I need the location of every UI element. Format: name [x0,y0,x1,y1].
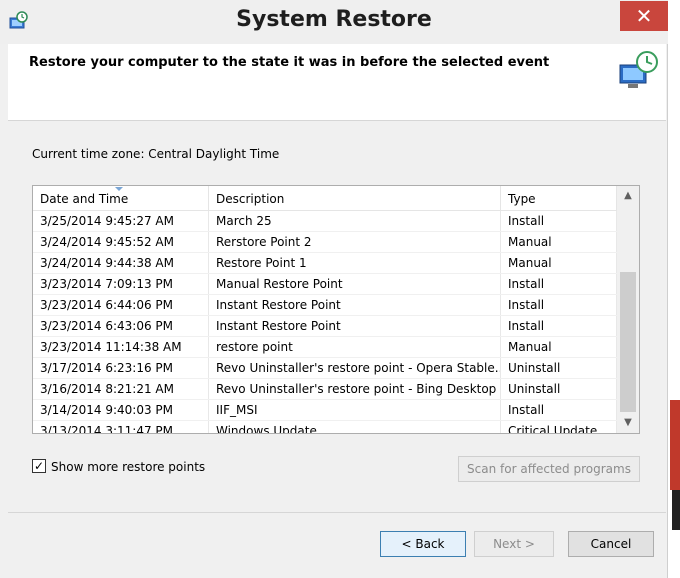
scan-affected-programs-button[interactable]: Scan for affected programs [458,456,640,482]
row-description: March 25 [209,211,501,231]
row-type: Critical Update [501,421,617,433]
sort-indicator-icon [115,187,123,191]
row-type: Manual [501,232,617,252]
table-row[interactable]: 3/13/2014 3:11:47 PM Windows Update Crit… [33,421,617,433]
title-bar: System Restore ✕ [0,0,668,44]
cancel-button[interactable]: Cancel [568,531,654,557]
row-date: 3/23/2014 6:44:06 PM [33,295,209,315]
row-date: 3/17/2014 6:23:16 PM [33,358,209,378]
table-row[interactable]: 3/14/2014 9:40:03 PM IIF_MSI Install [33,400,617,421]
table-row[interactable]: 3/23/2014 7:09:13 PM Manual Restore Poin… [33,274,617,295]
row-type: Manual [501,253,617,273]
table-row[interactable]: 3/24/2014 9:44:38 AM Restore Point 1 Man… [33,253,617,274]
system-restore-window: System Restore ✕ Restore your computer t… [0,0,668,578]
row-description: restore point [209,337,501,357]
list-column-header: Date and Time Description Type [33,186,617,211]
row-type: Install [501,274,617,294]
background-window-edge [670,400,680,490]
background-window-edge-dark [672,490,680,530]
scrollbar-thumb[interactable] [620,272,636,412]
wizard-header: Restore your computer to the state it wa… [8,44,666,121]
timezone-label: Current time zone: Central Daylight Time [32,147,280,161]
vertical-scrollbar[interactable]: ▲ ▼ [617,186,639,433]
column-header-type[interactable]: Type [501,186,617,210]
row-description: Revo Uninstaller's restore point - Opera… [209,358,501,378]
row-description: Revo Uninstaller's restore point - Bing … [209,379,501,399]
row-date: 3/23/2014 11:14:38 AM [33,337,209,357]
row-description: Rerstore Point 2 [209,232,501,252]
row-description: Instant Restore Point [209,316,501,336]
row-date: 3/13/2014 3:11:47 PM [33,421,209,433]
row-type: Uninstall [501,379,617,399]
restore-points-list[interactable]: Date and Time Description Type 3/25/2014… [32,185,640,434]
restore-computer-icon [619,51,658,88]
close-icon: ✕ [635,4,653,28]
checkmark-icon: ✓ [33,459,45,473]
table-row[interactable]: 3/23/2014 11:14:38 AM restore point Manu… [33,337,617,358]
row-type: Manual [501,337,617,357]
row-date: 3/23/2014 6:43:06 PM [33,316,209,336]
row-date: 3/14/2014 9:40:03 PM [33,400,209,420]
window-title: System Restore [236,7,432,32]
show-more-label[interactable]: Show more restore points [51,459,205,475]
row-description: IIF_MSI [209,400,501,420]
row-date: 3/16/2014 8:21:21 AM [33,379,209,399]
close-button[interactable]: ✕ [620,1,668,31]
scroll-down-icon[interactable]: ▼ [617,413,639,433]
row-description: Instant Restore Point [209,295,501,315]
table-row[interactable]: 3/17/2014 6:23:16 PM Revo Uninstaller's … [33,358,617,379]
table-row[interactable]: 3/25/2014 9:45:27 AM March 25 Install [33,211,617,232]
table-row[interactable]: 3/23/2014 6:43:06 PM Instant Restore Poi… [33,316,617,337]
table-row[interactable]: 3/16/2014 8:21:21 AM Revo Uninstaller's … [33,379,617,400]
back-button[interactable]: < Back [380,531,466,557]
table-row[interactable]: 3/24/2014 9:45:52 AM Rerstore Point 2 Ma… [33,232,617,253]
column-header-date[interactable]: Date and Time [33,186,209,210]
row-type: Install [501,211,617,231]
scroll-up-icon[interactable]: ▲ [617,186,639,206]
row-description: Manual Restore Point [209,274,501,294]
row-description: Restore Point 1 [209,253,501,273]
header-instruction: Restore your computer to the state it wa… [29,55,550,70]
column-header-description[interactable]: Description [209,186,501,210]
row-description: Windows Update [209,421,501,433]
row-date: 3/24/2014 9:44:38 AM [33,253,209,273]
row-date: 3/24/2014 9:45:52 AM [33,232,209,252]
column-header-date-label: Date and Time [40,192,129,206]
row-date: 3/23/2014 7:09:13 PM [33,274,209,294]
footer-separator [8,512,666,513]
row-type: Install [501,400,617,420]
row-type: Install [501,295,617,315]
next-button[interactable]: Next > [474,531,554,557]
row-type: Uninstall [501,358,617,378]
row-type: Install [501,316,617,336]
list-rows: 3/25/2014 9:45:27 AM March 25 Install 3/… [33,211,617,433]
row-date: 3/25/2014 9:45:27 AM [33,211,209,231]
table-row[interactable]: 3/23/2014 6:44:06 PM Instant Restore Poi… [33,295,617,316]
show-more-checkbox[interactable]: ✓ [32,459,46,473]
